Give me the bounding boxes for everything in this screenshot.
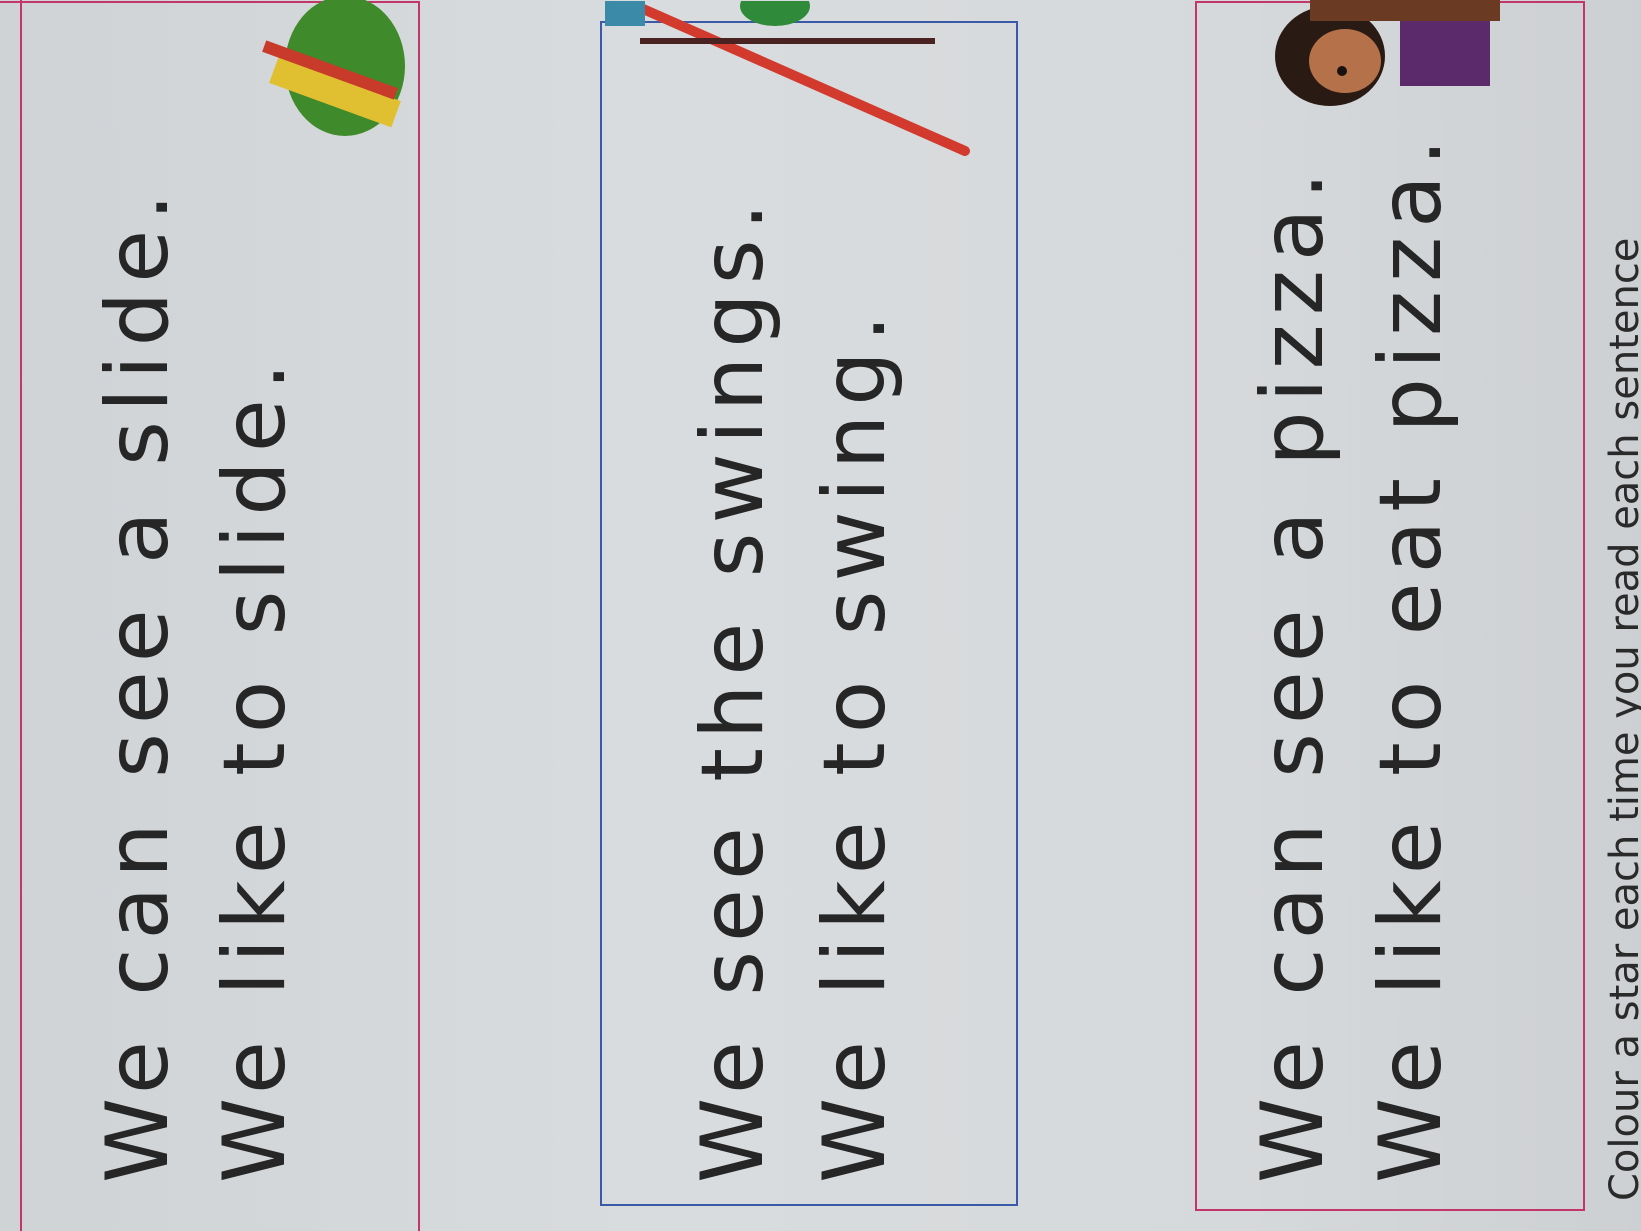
girl-picture — [1275, 0, 1500, 106]
slide-picture — [262, 0, 405, 136]
sentence-line: We like to swing. — [805, 305, 905, 1183]
sentence-line: We can see a pizza. — [1243, 163, 1343, 1183]
instruction-text: Colour a star each time you read each se… — [1602, 237, 1641, 1201]
swings-picture — [605, 1, 970, 156]
sentence-line: We see the swings. — [683, 194, 783, 1183]
sentence-line: We like to slide. — [205, 353, 305, 1183]
sentence-line: We like to eat pizza. — [1361, 129, 1461, 1183]
worksheet-page: We can see a slide. We like to slide. We… — [0, 0, 1641, 1231]
sentence-line: We can see a slide. — [88, 184, 188, 1184]
rotated-content: We can see a slide. We like to slide. We… — [0, 0, 1641, 1231]
